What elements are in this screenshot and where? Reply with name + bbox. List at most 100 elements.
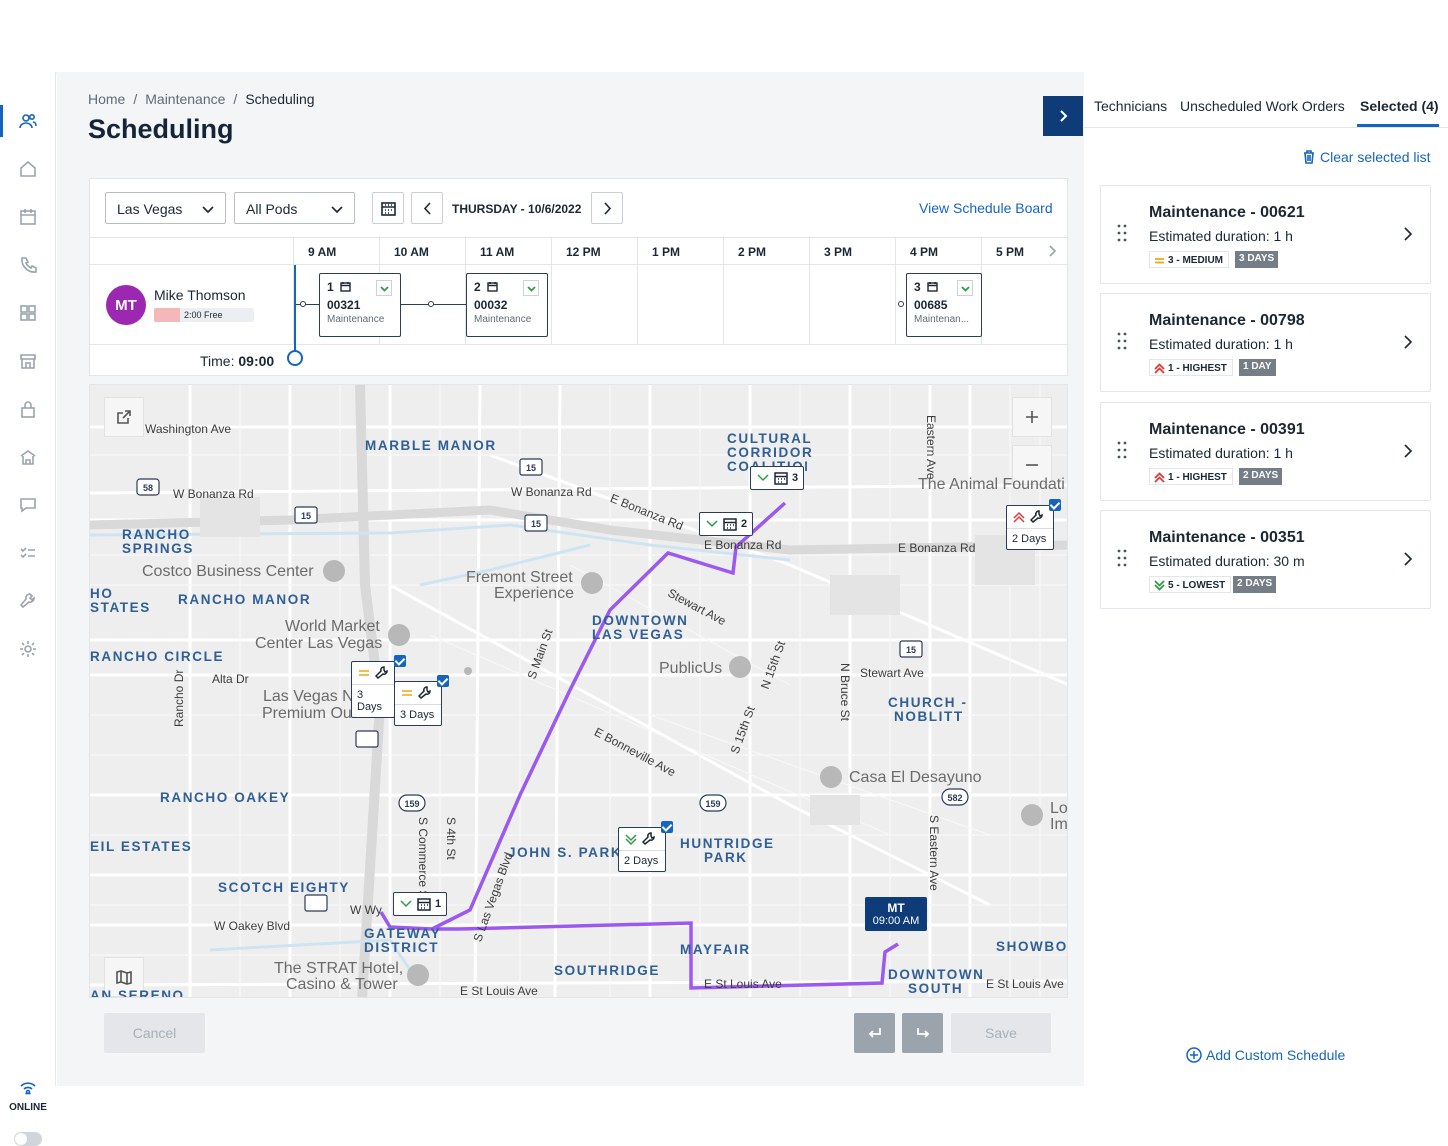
hour-column	[809, 265, 895, 345]
tab-selected[interactable]: Selected (4)	[1360, 98, 1439, 114]
hour-column	[637, 265, 723, 345]
area-label: DOWNTOWN	[888, 967, 985, 982]
technician-map-marker[interactable]: MT 09:00 AM	[865, 897, 927, 931]
poi-label: Premium Ou	[262, 705, 352, 722]
hour-label: 5 PM	[981, 238, 1041, 266]
clear-selected-list-button[interactable]: Clear selected list	[1302, 149, 1431, 165]
street-label: Washington Ave	[145, 422, 232, 436]
route-stop-pin[interactable]: 2	[699, 512, 754, 536]
work-order-pin[interactable]: 3 Days	[394, 681, 442, 726]
area-label: RANCHO OAKEY	[160, 790, 291, 805]
online-status: ONLINE	[0, 1082, 56, 1113]
chevron-right-icon[interactable]	[1400, 443, 1416, 459]
tab-unscheduled-work-orders[interactable]: Unscheduled Work Orders	[1180, 98, 1345, 114]
area-label: JOHN S. PARK	[508, 845, 623, 860]
priority-medium-icon	[1155, 258, 1164, 264]
chevron-right-icon[interactable]	[1045, 244, 1059, 258]
add-custom-schedule-button[interactable]: Add Custom Schedule	[1186, 1047, 1345, 1063]
nav-chat[interactable]	[0, 483, 56, 527]
nav-checklist[interactable]	[0, 531, 56, 575]
nav-maintenance[interactable]	[0, 579, 56, 623]
drag-handle-icon[interactable]	[1117, 441, 1127, 459]
panel-collapse-button[interactable]	[1043, 96, 1083, 136]
map-expand-button[interactable]	[104, 397, 144, 437]
work-order-pin[interactable]: 3 Days	[351, 661, 395, 718]
route-stop-pin[interactable]: 3	[750, 466, 805, 490]
work-order-block[interactable]: 1 00321 Maintenance	[319, 273, 401, 337]
street-label: Rancho Dr	[172, 669, 186, 727]
online-toggle[interactable]	[14, 1132, 42, 1146]
chevron-right-icon[interactable]	[1400, 551, 1416, 567]
cancel-button[interactable]: Cancel	[104, 1013, 205, 1053]
drag-handle-icon[interactable]	[1117, 224, 1127, 242]
poi-label: Casino & Tower	[286, 976, 398, 993]
tab-technicians[interactable]: Technicians	[1094, 98, 1167, 114]
breadcrumb-maintenance[interactable]: Maintenance	[145, 91, 225, 107]
selected-work-order-card[interactable]: Maintenance - 00798 Estimated duration: …	[1100, 293, 1431, 392]
highway-shield-label: 159	[404, 799, 419, 809]
chevron-right-icon	[1060, 110, 1068, 122]
drag-handle-icon[interactable]	[1117, 332, 1127, 350]
next-day-button[interactable]	[591, 192, 623, 224]
selected-work-order-card[interactable]: Maintenance - 00351 Estimated duration: …	[1100, 510, 1431, 609]
chevron-right-icon[interactable]	[1400, 226, 1416, 242]
zoom-in-button[interactable]	[1012, 397, 1052, 437]
breadcrumb-current: Scheduling	[245, 91, 315, 107]
check-icon	[957, 280, 973, 296]
work-order-pin[interactable]: 2 Days	[618, 827, 666, 872]
poi-label: Fremont Street	[466, 569, 573, 586]
wrench-icon	[375, 666, 388, 680]
chevron-right-icon[interactable]	[1400, 334, 1416, 350]
work-order-pin[interactable]: 2 Days	[1006, 505, 1054, 550]
timeline-dot	[428, 301, 434, 307]
top-bar	[0, 0, 1448, 72]
nav-store[interactable]	[0, 339, 56, 383]
work-order-block[interactable]: 2 00032 Maintenance	[466, 273, 548, 337]
save-button[interactable]: Save	[951, 1013, 1051, 1053]
active-tab-indicator	[1357, 124, 1439, 127]
priority-medium-icon	[402, 690, 412, 696]
nav-users[interactable]	[0, 99, 56, 143]
calendar-icon	[380, 201, 396, 216]
marker-initials: MT	[887, 901, 905, 915]
route-stop-pin[interactable]: 1	[393, 892, 448, 916]
selected-work-order-card[interactable]: Maintenance - 00391 Estimated duration: …	[1100, 402, 1431, 501]
street-label: E St Louis Ave	[986, 977, 1064, 991]
wifi-icon	[20, 1082, 36, 1095]
avatar[interactable]: MT	[106, 285, 146, 325]
map[interactable]: 15 15 15 15 159 159 582 58 MARBLE MANOR …	[89, 384, 1068, 998]
wrench-icon	[418, 686, 431, 700]
calendar-icon	[487, 282, 498, 292]
breadcrumb-home[interactable]: Home	[88, 91, 125, 107]
priority-high-icon	[1013, 511, 1025, 523]
pods-select[interactable]: All Pods	[234, 192, 355, 224]
date-picker-button[interactable]	[372, 192, 404, 224]
current-time-handle[interactable]	[287, 350, 303, 366]
trash-icon	[1304, 150, 1314, 164]
poi-label: Center Las Vegas	[255, 635, 383, 652]
area-label: SOUTH	[908, 981, 964, 996]
gear-icon	[20, 641, 36, 657]
nav-calendar[interactable]	[0, 195, 56, 239]
wrench-icon	[642, 832, 655, 846]
wrench-icon	[1030, 510, 1043, 524]
pods-value: All Pods	[246, 201, 298, 217]
undo-button[interactable]	[854, 1013, 895, 1053]
hour-column	[551, 265, 637, 345]
nav-home[interactable]	[0, 147, 56, 191]
work-order-block[interactable]: 3 00685 Maintenan...	[906, 273, 982, 337]
prev-day-button[interactable]	[411, 192, 443, 224]
drag-handle-icon[interactable]	[1117, 549, 1127, 567]
redo-button[interactable]	[902, 1013, 943, 1053]
plus-circle-icon	[1186, 1047, 1202, 1063]
nav-phone[interactable]	[0, 243, 56, 287]
nav-building[interactable]	[0, 435, 56, 479]
view-schedule-board-link[interactable]: View Schedule Board	[919, 200, 1053, 216]
selected-work-order-card[interactable]: Maintenance - 00621 Estimated duration: …	[1100, 185, 1431, 284]
location-select[interactable]: Las Vegas	[105, 192, 226, 224]
nav-dashboard[interactable]	[0, 291, 56, 335]
timeline-dot	[898, 301, 904, 307]
nav-lock[interactable]	[0, 387, 56, 431]
nav-settings[interactable]	[0, 627, 56, 671]
chat-icon	[20, 498, 36, 513]
